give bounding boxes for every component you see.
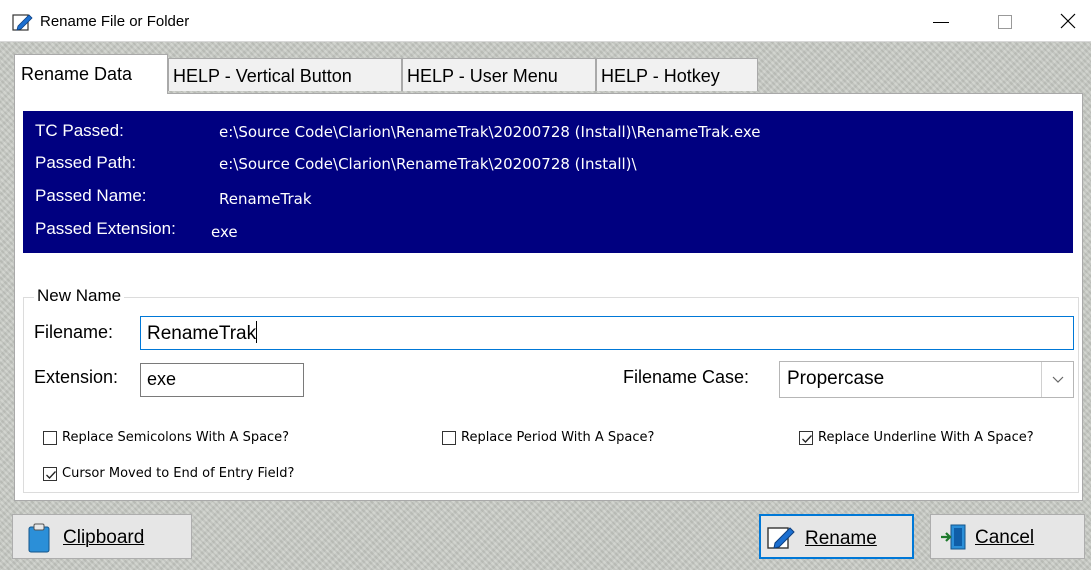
rename-data-panel: TC Passed: e:\Source Code\Clarion\Rename… (14, 93, 1083, 501)
tc-passed-label: TC Passed: (35, 121, 124, 140)
rename-button-label: Rename (805, 528, 877, 549)
checkbox-box[interactable] (442, 431, 456, 445)
checkbox-label: Replace Underline With A Space? (818, 430, 1034, 445)
close-icon (1060, 13, 1076, 29)
tab-label: HELP - User Menu (407, 66, 558, 86)
passed-name-label: Passed Name: (35, 186, 147, 205)
filename-input[interactable]: RenameTrak (140, 316, 1074, 350)
extension-value: exe (147, 369, 177, 389)
exit-door-icon (939, 523, 969, 557)
extension-input[interactable]: exe (140, 363, 304, 397)
rename-pencil-icon (766, 523, 796, 557)
passed-extension-label: Passed Extension: (35, 219, 176, 238)
tab-label: HELP - Vertical Button (173, 66, 352, 86)
checkmark-icon (802, 435, 812, 443)
new-name-legend: New Name (34, 286, 125, 306)
checkmark-icon (46, 471, 56, 479)
clipboard-button-label: Clipboard (63, 527, 145, 548)
checkbox-box[interactable] (43, 431, 57, 445)
passed-name-value: RenameTrak (219, 190, 312, 208)
maximize-button[interactable] (981, 0, 1027, 42)
cancel-button-label: Cancel (975, 527, 1035, 548)
rename-pencil-icon (12, 12, 34, 32)
window-title: Rename File or Folder (40, 13, 190, 30)
dialog-body: Rename Data HELP - Vertical Button HELP … (0, 42, 1091, 570)
filename-label: Filename: (34, 322, 114, 342)
filename-case-select[interactable]: Propercase (779, 361, 1074, 398)
filename-value: RenameTrak (147, 323, 257, 344)
title-bar: Rename File or Folder (0, 0, 1091, 42)
tab-label: Rename Data (21, 64, 133, 84)
checkbox-label: Replace Period With A Space? (461, 430, 655, 445)
new-name-group: New Name Filename: RenameTrak Extension:… (23, 286, 1079, 493)
filename-case-label: Filename Case: (623, 367, 750, 387)
checkbox-label: Cursor Moved to End of Entry Field? (62, 466, 295, 481)
dropdown-arrow[interactable] (1041, 362, 1073, 397)
passed-path-value: e:\Source Code\Clarion\RenameTrak\202007… (219, 155, 637, 173)
tab-help-user-menu[interactable]: HELP - User Menu (402, 58, 596, 91)
text-caret (256, 321, 258, 343)
tab-help-vertical-button[interactable]: HELP - Vertical Button (168, 58, 402, 91)
tc-passed-value: e:\Source Code\Clarion\RenameTrak\202007… (219, 123, 761, 141)
close-button[interactable] (1045, 0, 1091, 42)
passed-extension-value: exe (211, 223, 238, 241)
chevron-down-icon (1052, 376, 1064, 383)
cancel-button[interactable]: Cancel (930, 514, 1085, 559)
passed-path-label: Passed Path: (35, 153, 137, 172)
passed-info-box: TC Passed: e:\Source Code\Clarion\Rename… (23, 111, 1073, 253)
extension-label: Extension: (34, 367, 119, 387)
tab-rename-data[interactable]: Rename Data (14, 54, 168, 94)
checkbox-box[interactable] (799, 431, 813, 445)
filename-case-value: Propercase (787, 368, 885, 389)
tab-help-hotkey[interactable]: HELP - Hotkey (596, 58, 758, 91)
clipboard-button[interactable]: Clipboard (12, 514, 192, 559)
rename-button[interactable]: Rename (759, 514, 914, 559)
checkbox-label: Replace Semicolons With A Space? (62, 430, 290, 445)
minimize-button[interactable] (918, 0, 964, 42)
clipboard-icon (27, 523, 51, 559)
checkbox-box[interactable] (43, 467, 57, 481)
tab-label: HELP - Hotkey (601, 66, 720, 86)
